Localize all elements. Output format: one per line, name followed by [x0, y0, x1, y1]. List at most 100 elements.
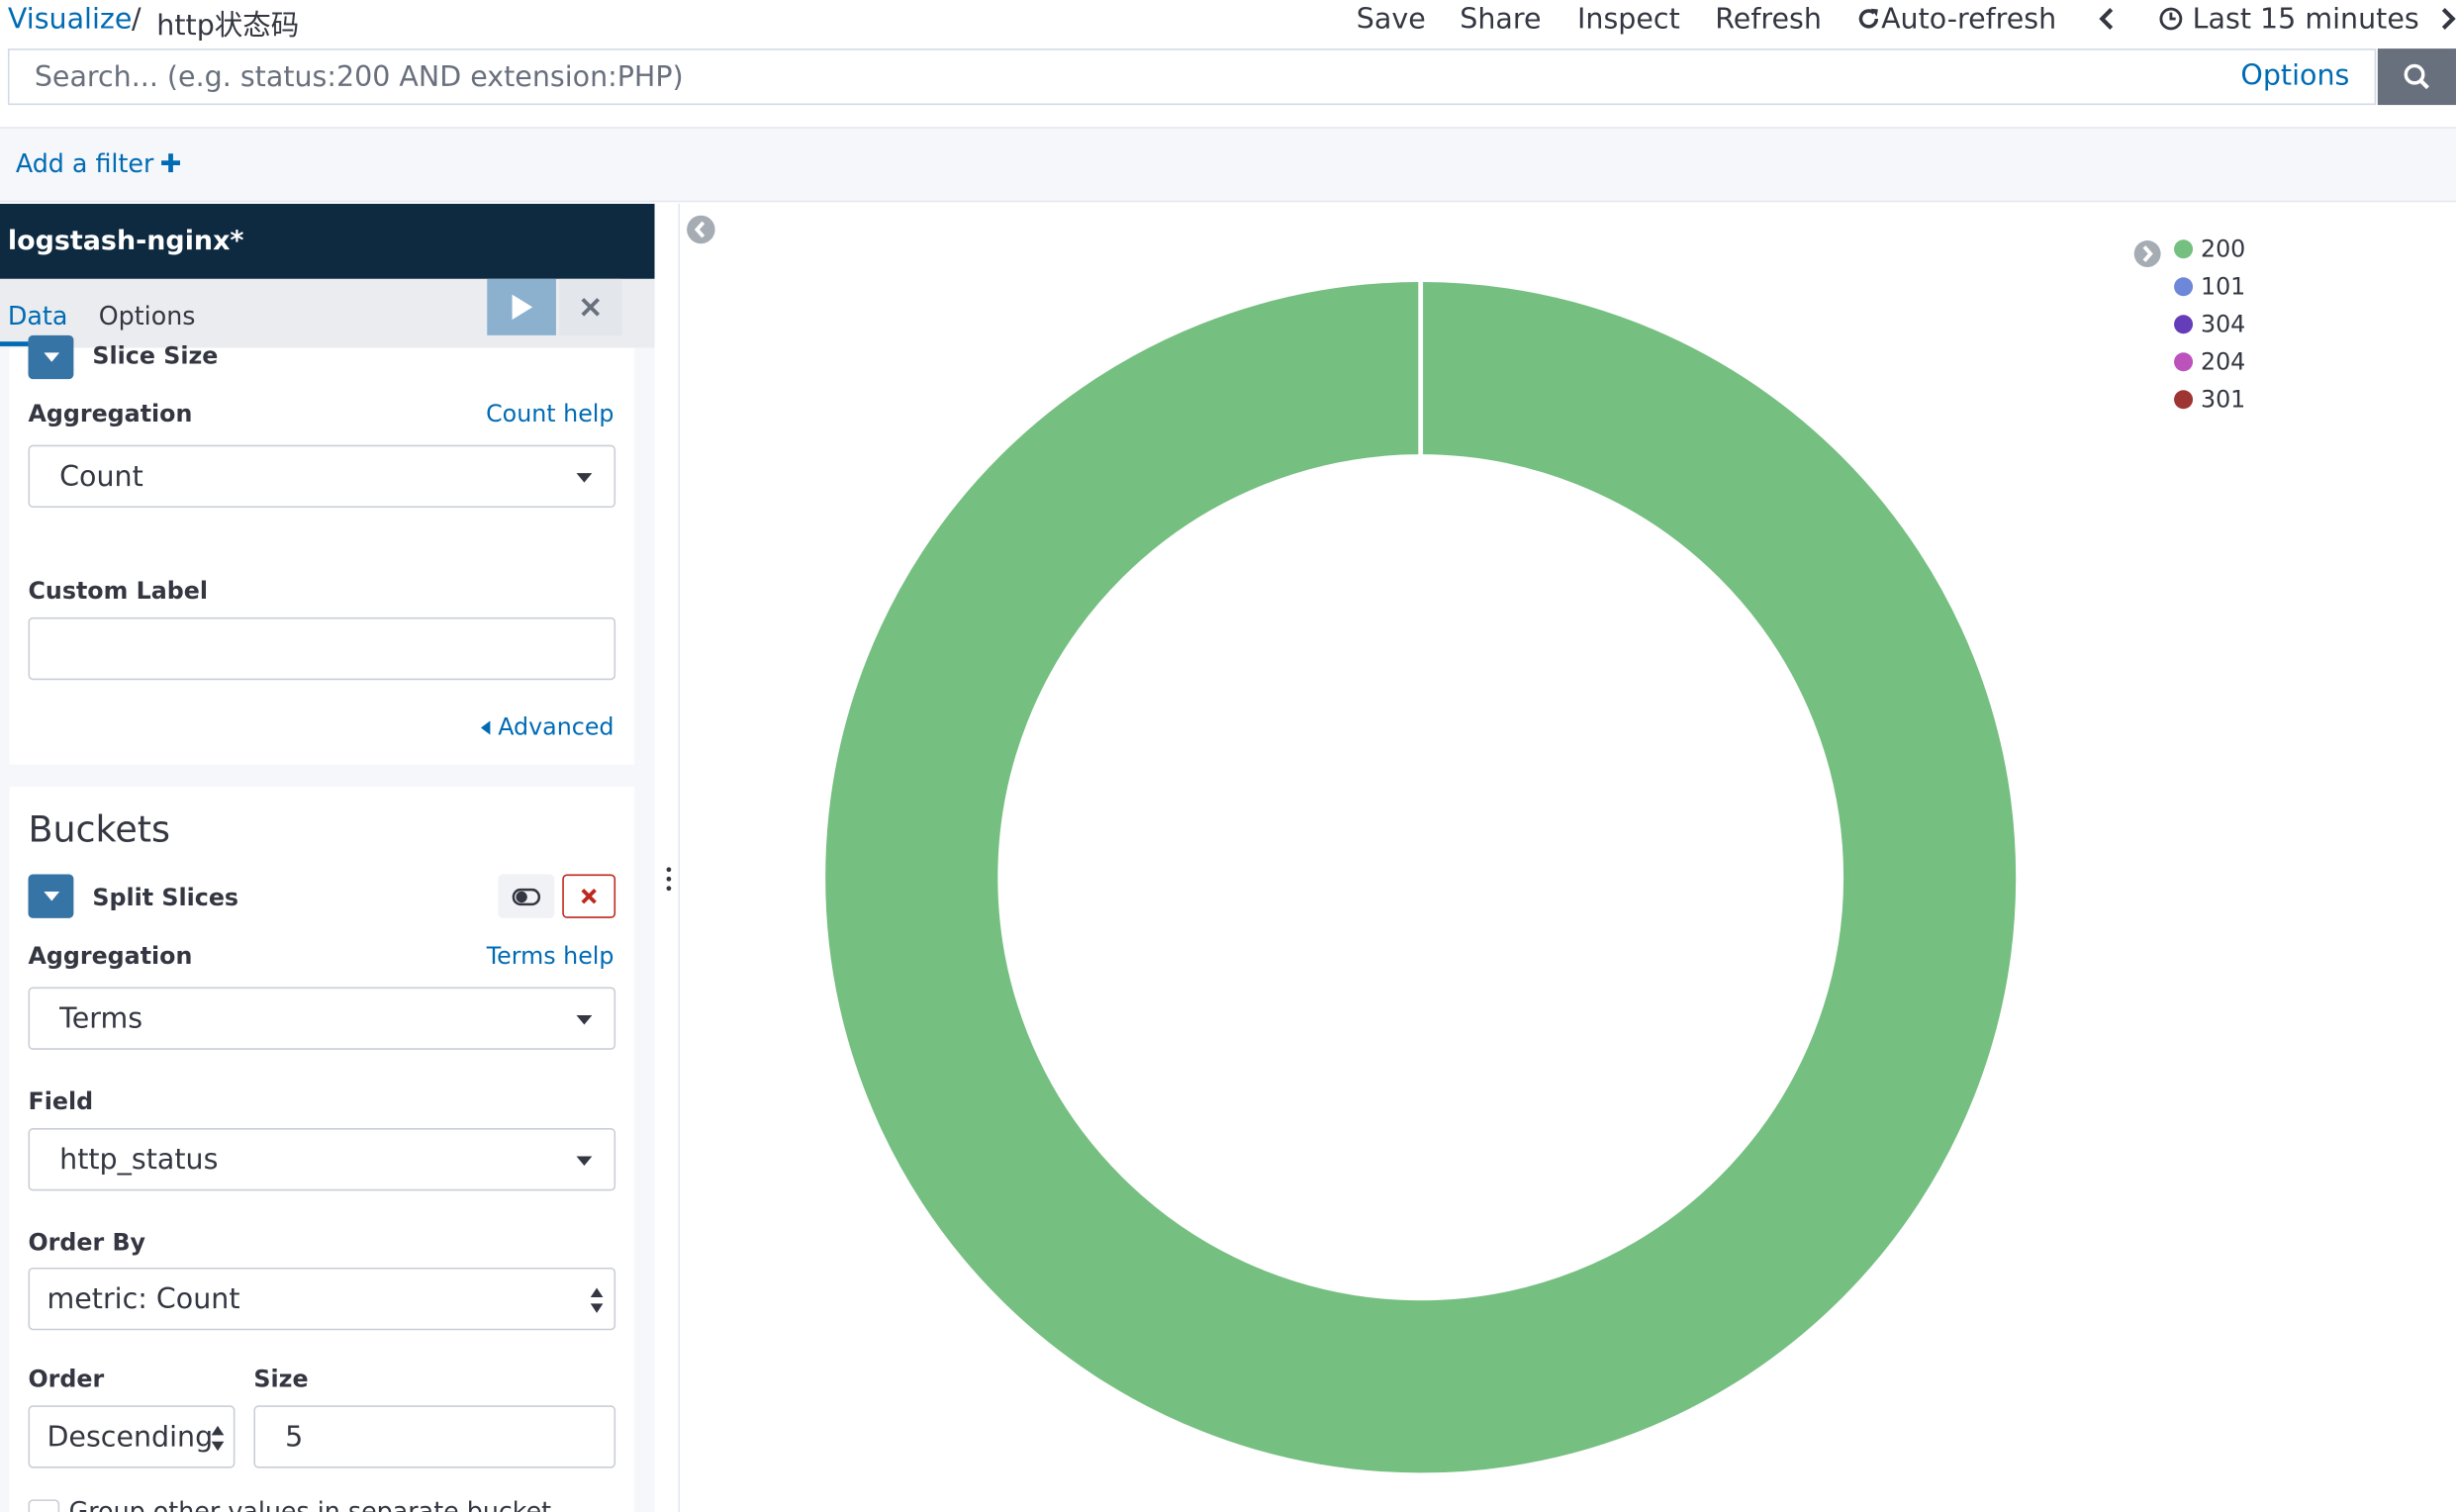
toggle-icon — [512, 887, 541, 905]
remove-agg-button[interactable] — [562, 874, 616, 918]
field-label: Field — [28, 1087, 94, 1116]
terms-help-link[interactable]: Terms help — [487, 942, 614, 971]
order-label: Order — [28, 1365, 105, 1393]
legend-item-304[interactable]: 304 — [2174, 310, 2246, 339]
caret-down-icon — [576, 1156, 593, 1167]
plus-icon — [161, 153, 181, 173]
field-value: http_status — [59, 1143, 219, 1178]
time-picker-button[interactable]: Last 15 minutes — [2158, 3, 2419, 37]
field-select[interactable]: http_status — [28, 1128, 616, 1191]
legend-item-301[interactable]: 301 — [2174, 385, 2246, 415]
custom-label-label: Custom Label — [28, 576, 209, 606]
bucket-aggregation-label: Aggregation — [28, 941, 193, 971]
group-other-label: Group other values in separate bucket — [68, 1496, 552, 1512]
size-input[interactable]: 5 — [253, 1405, 616, 1468]
buckets-title: Buckets — [28, 809, 170, 851]
inspect-button[interactable]: Inspect — [1577, 3, 1680, 36]
collapse-sidebar-icon[interactable] — [686, 215, 715, 244]
legend-item-101[interactable]: 101 — [2174, 272, 2246, 302]
index-pattern-title: logstash-nginx* — [0, 203, 655, 279]
refresh-button[interactable]: Refresh — [1715, 3, 1822, 36]
query-options-link[interactable]: Options — [2240, 59, 2349, 92]
add-filter-button[interactable]: Add a filter — [15, 148, 181, 179]
metrics-panel: Slice Size Aggregation Count help Count … — [9, 334, 635, 765]
metric-aggregation-value: Count — [59, 460, 143, 494]
legend-label: 101 — [2200, 272, 2246, 302]
legend-dot-icon — [2174, 352, 2194, 372]
metric-aggregation-select[interactable]: Count — [28, 444, 616, 509]
search-icon — [2404, 63, 2429, 90]
legend-item-200[interactable]: 200 — [2174, 235, 2246, 264]
order-by-value: metric: Count — [47, 1282, 240, 1317]
slice-size-toggle[interactable] — [28, 334, 74, 380]
auto-refresh-button[interactable]: Auto-refresh — [1856, 3, 2056, 36]
legend-item-204[interactable]: 204 — [2174, 347, 2246, 377]
legend-label: 304 — [2200, 310, 2246, 339]
caret-down-icon — [43, 352, 59, 362]
order-value: Descending — [47, 1421, 214, 1455]
play-icon — [512, 294, 533, 321]
add-filter-label: Add a filter — [15, 148, 154, 179]
order-by-select[interactable]: metric: Count — [28, 1267, 616, 1331]
legend-toggle-icon[interactable] — [2133, 239, 2161, 268]
split-slices-toggle[interactable] — [28, 874, 74, 918]
legend-dot-icon — [2174, 390, 2194, 410]
custom-label-input[interactable] — [28, 616, 616, 681]
split-slices-title: Split Slices — [92, 884, 239, 912]
page-title: http状态码 — [156, 9, 300, 43]
order-by-label: Order By — [28, 1228, 146, 1257]
advanced-label: Advanced — [498, 712, 614, 741]
caret-down-icon — [576, 473, 593, 483]
close-icon — [581, 298, 601, 317]
share-button[interactable]: Share — [1460, 3, 1541, 36]
breadcrumb-visualize-link[interactable]: Visualize — [8, 3, 132, 36]
clock-icon — [2159, 7, 2183, 31]
order-select[interactable]: Descending — [28, 1405, 236, 1468]
auto-refresh-label: Auto-refresh — [1881, 3, 2057, 37]
count-help-link[interactable]: Count help — [486, 400, 614, 428]
legend-label: 204 — [2200, 347, 2246, 377]
close-icon — [581, 889, 597, 904]
advanced-toggle-link[interactable]: Advanced — [481, 712, 614, 741]
slice-size-title: Slice Size — [92, 341, 219, 370]
refresh-icon — [1858, 8, 1879, 29]
discard-changes-button[interactable] — [559, 278, 622, 335]
bucket-aggregation-select[interactable]: Terms — [28, 987, 616, 1050]
time-range-label: Last 15 minutes — [2192, 3, 2419, 37]
resize-handle-icon[interactable] — [666, 867, 672, 892]
legend-label: 301 — [2200, 385, 2246, 415]
chevron-right-icon — [2441, 8, 2456, 30]
sort-arrows-icon — [211, 1425, 225, 1452]
time-back-button[interactable] — [2096, 3, 2118, 36]
apply-changes-button[interactable] — [487, 278, 556, 335]
legend-dot-icon — [2174, 277, 2194, 297]
sort-arrows-icon — [590, 1287, 604, 1313]
query-bar: Options — [7, 48, 2377, 106]
tab-data[interactable]: Data — [8, 301, 67, 331]
aggregation-label: Aggregation — [28, 399, 193, 428]
editor-divider — [654, 203, 680, 1512]
size-value: 5 — [285, 1421, 304, 1455]
editor-tabs: Data Options — [0, 278, 655, 348]
buckets-panel: Buckets Split Slices Aggregation Terms h… — [9, 786, 635, 1512]
bucket-aggregation-value: Terms — [59, 1002, 143, 1036]
group-other-checkbox[interactable] — [28, 1499, 60, 1512]
search-button[interactable] — [2377, 48, 2456, 106]
time-forward-button[interactable] — [2437, 3, 2456, 36]
size-label: Size — [253, 1365, 309, 1393]
caret-left-icon — [481, 720, 491, 735]
legend-dot-icon — [2174, 239, 2194, 259]
disable-agg-toggle[interactable] — [498, 874, 555, 918]
search-input[interactable] — [9, 49, 2253, 104]
caret-down-icon — [576, 1015, 593, 1025]
caret-down-icon — [43, 891, 59, 901]
legend-label: 200 — [2200, 235, 2246, 264]
tab-options[interactable]: Options — [99, 301, 196, 331]
breadcrumb-separator: / — [131, 3, 142, 37]
legend-dot-icon — [2174, 315, 2194, 334]
top-nav: Visualize / http状态码 Save Share Inspect R… — [0, 0, 2456, 44]
vis-editor-sidebar: logstash-nginx* Data Options Slice Size … — [0, 203, 655, 1512]
save-button[interactable]: Save — [1357, 3, 1426, 36]
chevron-left-icon — [2099, 8, 2114, 30]
filter-bar: Add a filter — [0, 127, 2456, 203]
